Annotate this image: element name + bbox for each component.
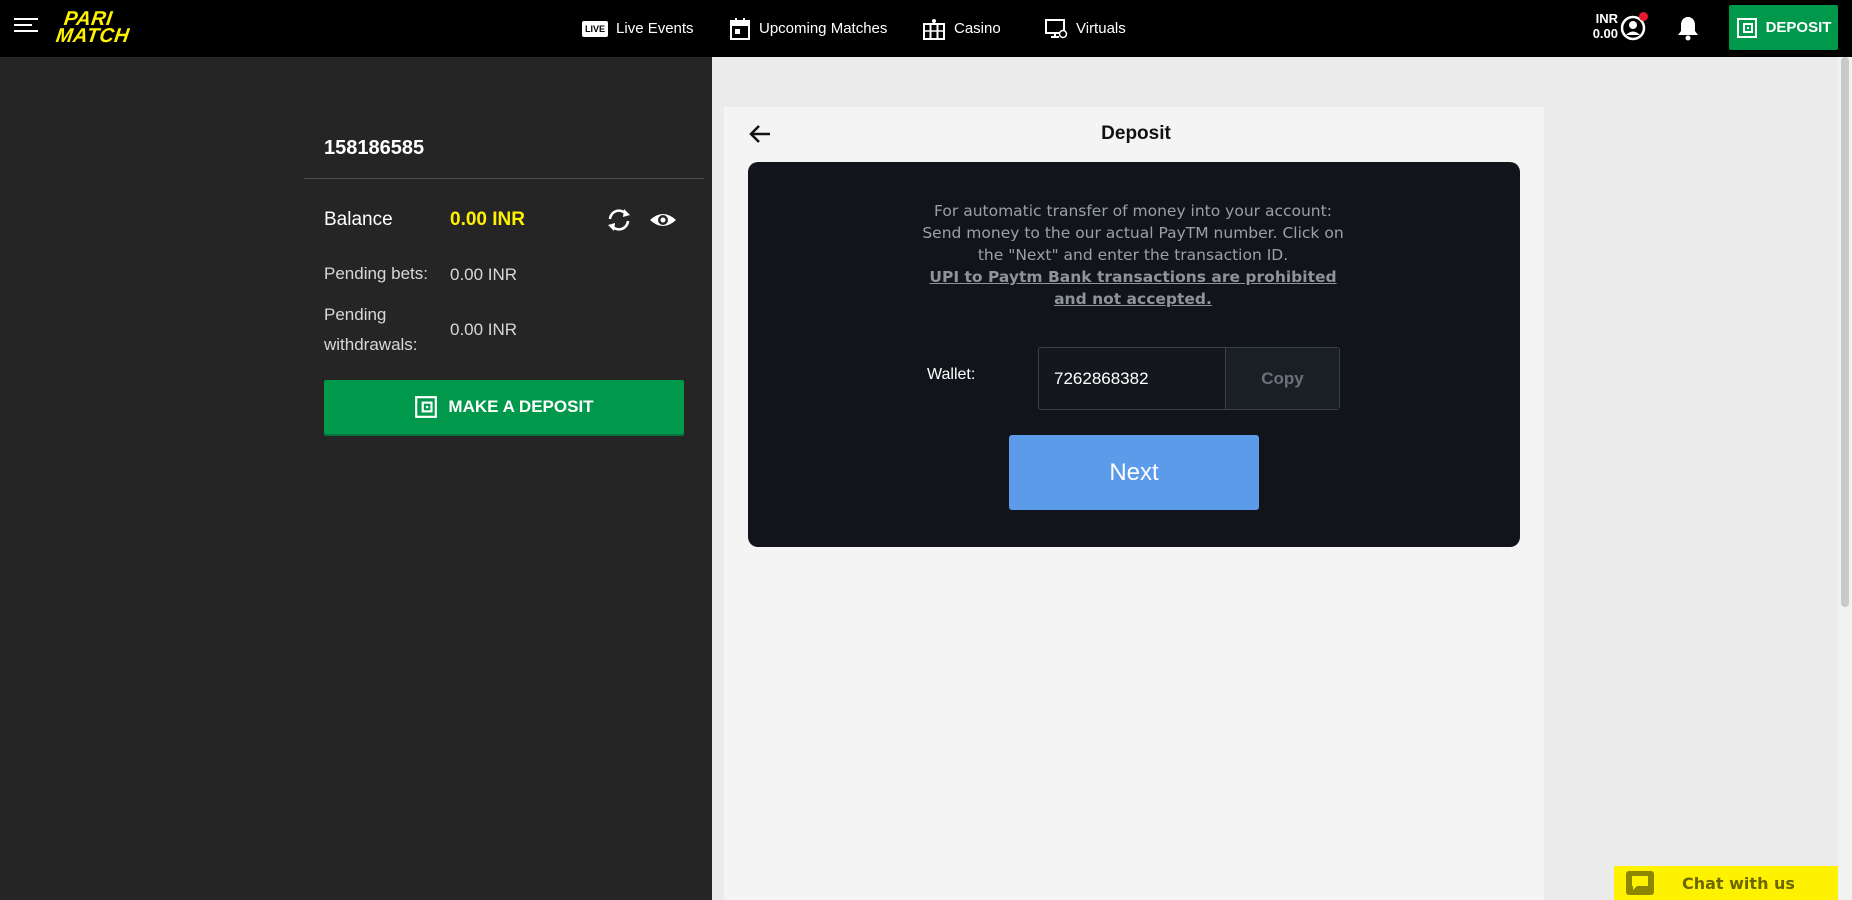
eye-icon[interactable] <box>648 207 678 233</box>
pending-withdrawals-value: 0.00 INR <box>450 320 518 339</box>
live-icon: LIVE <box>582 20 609 37</box>
logo-line2: MATCH <box>54 25 131 47</box>
pending-bets-value: 0.00 INR <box>450 265 518 284</box>
nav-virtuals-label: Virtuals <box>1076 20 1126 37</box>
header-balance[interactable]: INR 0.00 <box>1584 11 1618 41</box>
wallet-field-group: Copy <box>1038 347 1340 410</box>
refresh-icon[interactable] <box>605 207 633 233</box>
wallet-icon <box>414 395 438 419</box>
chat-label: Chat with us <box>1682 873 1795 893</box>
parimatch-logo[interactable]: PARI MATCH <box>54 8 160 47</box>
virtuals-icon <box>1044 18 1068 40</box>
pending-bets-label: Pending bets: <box>324 264 428 283</box>
wallet-field[interactable] <box>1039 348 1225 409</box>
scrollbar-thumb[interactable] <box>1841 57 1849 607</box>
account-panel: 158186585 Balance 0.00 INR Pending bets:… <box>0 57 712 900</box>
header-balance-amount: 0.00 <box>1592 26 1618 41</box>
avatar-icon[interactable] <box>1620 12 1648 41</box>
wallet-icon <box>1736 17 1758 39</box>
back-arrow-icon[interactable] <box>748 122 772 146</box>
casino-icon <box>922 18 946 40</box>
chat-widget-button[interactable]: Chat with us <box>1614 866 1838 900</box>
notification-dot <box>1639 12 1648 21</box>
page-scrollbar[interactable] <box>1838 57 1852 900</box>
deposit-title: Deposit <box>1101 123 1171 144</box>
nav-live-events-label: Live Events <box>616 20 694 37</box>
nav-casino-label: Casino <box>954 20 1001 37</box>
pending-withdrawals-label: Pending withdrawals: <box>324 305 418 354</box>
bell-icon[interactable] <box>1675 14 1701 42</box>
next-button[interactable]: Next <box>1009 435 1259 510</box>
nav-live-events[interactable]: LIVE Live Events <box>582 0 694 57</box>
header-balance-currency: INR <box>1595 11 1618 26</box>
chat-icon <box>1626 871 1654 895</box>
header-deposit-label: DEPOSIT <box>1765 19 1832 36</box>
deposit-instructions: For automatic transfer of money into you… <box>920 200 1346 310</box>
instructions-line2: Send money to the our actual PayTM numbe… <box>922 224 1344 264</box>
nav-upcoming-matches-label: Upcoming Matches <box>759 20 888 37</box>
top-header: PARI MATCH LIVE Live Events Upcoming Mat… <box>0 0 1852 57</box>
wallet-label: Wallet: <box>927 366 976 383</box>
instructions-line1: For automatic transfer of money into you… <box>934 202 1332 220</box>
account-divider <box>304 178 704 179</box>
upi-warning-link[interactable]: UPI to Paytm Bank transactions are prohi… <box>920 266 1346 310</box>
make-deposit-label: MAKE A DEPOSIT <box>448 397 594 416</box>
nav-upcoming-matches[interactable]: Upcoming Matches <box>729 0 887 57</box>
header-deposit-button[interactable]: DEPOSIT <box>1729 5 1838 50</box>
account-id: 158186585 <box>324 137 425 159</box>
menu-icon[interactable] <box>14 18 38 36</box>
balance-label: Balance <box>324 209 393 230</box>
nav-casino[interactable]: Casino <box>922 0 1001 57</box>
nav-virtuals[interactable]: Virtuals <box>1044 0 1126 57</box>
balance-value: 0.00 INR <box>450 209 525 230</box>
calendar-icon <box>729 17 751 41</box>
copy-button[interactable]: Copy <box>1225 348 1339 409</box>
make-deposit-button[interactable]: MAKE A DEPOSIT <box>324 380 684 434</box>
